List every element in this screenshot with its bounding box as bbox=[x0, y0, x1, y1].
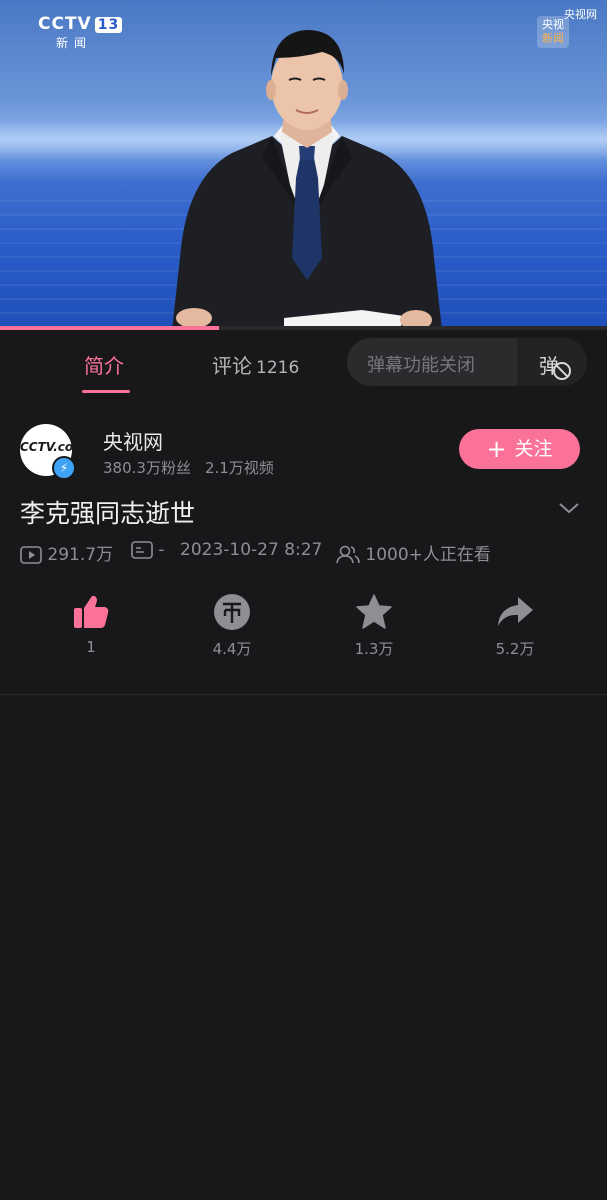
tab-bar: 简介 评论 1216 弹幕功能关闭 弹 bbox=[0, 330, 607, 394]
tab-intro-underline bbox=[82, 390, 130, 393]
danmu-placeholder: 弹幕功能关闭 bbox=[367, 355, 475, 376]
video-title: 李克强同志逝世 bbox=[20, 499, 196, 528]
danmaku-icon bbox=[131, 541, 153, 559]
danmaku-count-value: - bbox=[158, 540, 165, 560]
video-player[interactable]: CCTV 13 新闻 央视网 央视 新闻 bbox=[0, 0, 607, 330]
play-count-value: 291.7万 bbox=[47, 545, 114, 565]
favorite-button[interactable]: 1.3万 bbox=[324, 590, 424, 659]
thumbs-up-icon bbox=[74, 595, 109, 628]
danmaku-count: - bbox=[131, 540, 165, 560]
chevron-down-icon[interactable] bbox=[558, 498, 580, 518]
news-anchor-figure bbox=[172, 30, 442, 330]
danmu-toggle-button[interactable]: 弹 bbox=[518, 338, 587, 386]
channel-logo: CCTV 13 新闻 bbox=[38, 14, 123, 51]
like-count: 1 bbox=[86, 638, 96, 656]
channel-number: 13 bbox=[94, 17, 123, 33]
play-icon bbox=[20, 546, 42, 564]
danmu-off-icon bbox=[553, 362, 571, 380]
share-button[interactable]: 5.2万 bbox=[465, 590, 565, 659]
share-icon bbox=[498, 597, 533, 626]
viewers-icon bbox=[336, 545, 360, 564]
coin-icon bbox=[214, 594, 250, 630]
star-icon bbox=[356, 594, 392, 629]
uploader-videos: 2.1万视频 bbox=[204, 459, 274, 477]
uploader-name[interactable]: 央视网 bbox=[103, 426, 163, 455]
news-badge: 央视 新闻 bbox=[537, 16, 569, 48]
danmu-input[interactable]: 弹幕功能关闭 弹 bbox=[347, 338, 587, 386]
watching-count-value: 1000+人正在看 bbox=[365, 545, 491, 565]
news-badge-line1: 央视 bbox=[542, 18, 564, 31]
follow-label: 关注 bbox=[514, 438, 553, 460]
uploader-followers: 380.3万粉丝 bbox=[103, 459, 191, 477]
play-count: 291.7万 bbox=[20, 540, 113, 565]
share-count: 5.2万 bbox=[495, 640, 535, 658]
channel-logo-text: CCTV bbox=[38, 14, 92, 34]
avatar[interactable]: CCTV.com ⚡ bbox=[20, 424, 86, 480]
channel-sub: 新闻 bbox=[56, 36, 93, 50]
avatar-logo-text: CCTV.com bbox=[20, 440, 86, 454]
follow-button[interactable]: + 关注 bbox=[459, 429, 580, 469]
tab-comments-label: 评论 bbox=[212, 354, 252, 378]
tab-intro[interactable]: 简介 bbox=[84, 350, 124, 379]
like-button[interactable]: 1 bbox=[41, 590, 141, 656]
uploader-stats: 380.3万粉丝 2.1万视频 bbox=[103, 457, 274, 478]
publish-time: 2023-10-27 8:27 bbox=[180, 540, 323, 560]
coin-count: 4.4万 bbox=[212, 640, 252, 658]
section-divider bbox=[0, 694, 607, 695]
coin-button[interactable]: 4.4万 bbox=[182, 590, 282, 659]
verified-lightning-icon: ⚡ bbox=[52, 456, 76, 480]
tab-comments-count: 1216 bbox=[256, 358, 300, 378]
watching-count: 1000+人正在看 bbox=[336, 540, 491, 565]
tab-comments[interactable]: 评论 1216 bbox=[212, 350, 299, 379]
favorite-count: 1.3万 bbox=[354, 640, 394, 658]
plus-icon: + bbox=[486, 435, 507, 463]
news-badge-line2: 新闻 bbox=[542, 32, 564, 45]
